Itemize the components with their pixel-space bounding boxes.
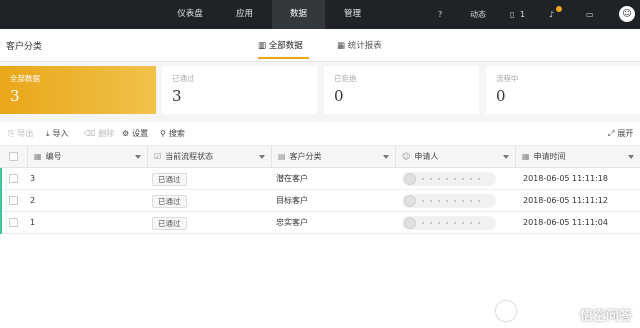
help-icon[interactable]: ?	[438, 0, 442, 29]
category-icon: ▤	[278, 152, 286, 161]
cell-category: 目标客户	[276, 196, 308, 205]
status-icon: ☑	[154, 152, 162, 161]
delete-button[interactable]: ⌫ 删除	[84, 128, 114, 139]
user-icon: ☺	[402, 152, 411, 161]
watermark: 悟空问答	[579, 309, 632, 324]
stat-card-all[interactable]: 全部数据 3	[0, 66, 156, 114]
column-header-category[interactable]: ▤ 客户分类	[272, 146, 396, 168]
gear-icon: ⚙	[122, 129, 130, 138]
header-select-cell	[0, 146, 28, 168]
stat-label: 已拒绝	[334, 74, 357, 83]
stat-value: 3	[172, 87, 182, 105]
row-checkbox[interactable]	[9, 218, 18, 227]
export-button[interactable]: ⎘ 导出	[8, 128, 33, 139]
watermark-logo-icon	[496, 301, 516, 321]
stat-value: 3	[10, 87, 20, 105]
import-button[interactable]: ⤓ 导入	[46, 128, 69, 139]
cell-time: 2018-06-05 11:11:12	[523, 196, 608, 205]
stat-label: 流程中	[496, 74, 519, 83]
cell-category: 潜在客户	[276, 174, 308, 183]
avatar[interactable]: ☺	[619, 6, 635, 22]
column-header-status[interactable]: ☑ 当前流程状态	[148, 146, 272, 168]
table-row[interactable]: 3 已通过 潜在客户 2018-06-05 11:11:18	[0, 168, 640, 190]
column-header-id[interactable]: ▦ 编号	[28, 146, 148, 168]
table-row[interactable]: 1 已通过 忠实客户 2018-06-05 11:11:04	[0, 212, 640, 234]
search-button[interactable]: ⚲ 搜索	[160, 128, 185, 139]
avatar	[404, 195, 416, 207]
page-title: 客户分类	[6, 42, 43, 52]
applicant-chip[interactable]	[402, 172, 496, 186]
column-header-applicant[interactable]: ☺ 申请人	[396, 146, 516, 168]
tasks-icon[interactable]: ▯	[510, 0, 514, 29]
nav-apps[interactable]: 应用	[222, 0, 267, 29]
cell-time: 2018-06-05 11:11:04	[523, 218, 608, 227]
data-table: ▦ 编号 ☑ 当前流程状态 ▤ 客户分类 ☺ 申请人 ▦ 申请时间 3 已通过 潜在客户 …	[0, 146, 640, 328]
import-icon: ⤓	[46, 129, 50, 138]
cell-time: 2018-06-05 11:11:18	[523, 174, 608, 183]
number-icon: ▦	[34, 152, 42, 161]
chevron-down-icon[interactable]	[503, 155, 509, 159]
redacted-name	[422, 222, 486, 224]
cell-category: 忠实客户	[276, 218, 308, 227]
search-icon: ⚲	[160, 129, 166, 138]
tab-stats-report-label: 统计报表	[347, 41, 382, 51]
cell-id: 2	[30, 196, 36, 205]
chevron-down-icon[interactable]	[628, 155, 634, 159]
bell-icon[interactable]: ♪	[549, 0, 554, 29]
settings-button[interactable]: ⚙ 设置	[122, 128, 148, 139]
table-row[interactable]: 2 已通过 目标客户 2018-06-05 11:11:12	[0, 190, 640, 212]
chevron-down-icon[interactable]	[259, 155, 265, 159]
calendar-icon: ▦	[522, 152, 530, 161]
applicant-chip[interactable]	[402, 216, 496, 230]
bar-chart-icon: ▥	[258, 41, 267, 51]
stat-label: 全部数据	[10, 74, 40, 83]
nav-manage[interactable]: 管理	[330, 0, 375, 29]
mobile-icon[interactable]: ▭	[586, 0, 594, 29]
avatar	[404, 217, 416, 229]
chevron-down-icon[interactable]	[135, 155, 141, 159]
notification-dot	[556, 6, 562, 12]
redacted-name	[422, 200, 486, 202]
status-badge: 已通过	[152, 217, 187, 230]
stat-card-in-progress[interactable]: 流程中 0	[486, 66, 640, 114]
status-badge: 已通过	[152, 173, 187, 186]
redacted-name	[422, 178, 486, 180]
row-marker	[0, 190, 2, 212]
stat-card-approved[interactable]: 已通过 3	[162, 66, 317, 114]
select-all-checkbox[interactable]	[9, 152, 18, 161]
stat-card-rejected[interactable]: 已拒绝 0	[324, 66, 479, 114]
tasks-count: 1	[520, 10, 526, 19]
stat-value: 0	[496, 87, 506, 105]
avatar	[404, 173, 416, 185]
status-badge: 已通过	[152, 195, 187, 208]
row-marker	[0, 168, 2, 190]
row-checkbox[interactable]	[9, 196, 18, 205]
chevron-down-icon[interactable]	[383, 155, 389, 159]
page-header: 客户分类 ▥ 全部数据 ▦ 统计报表	[0, 29, 640, 62]
tab-stats-report[interactable]: ▦ 统计报表	[337, 39, 382, 51]
row-checkbox[interactable]	[9, 174, 18, 183]
active-tab-indicator	[258, 57, 309, 59]
tab-all-data-label: 全部数据	[268, 41, 303, 51]
stat-value: 0	[334, 87, 344, 105]
cell-id: 1	[30, 218, 36, 227]
nav-data[interactable]: 数据	[272, 0, 325, 29]
row-marker	[0, 212, 2, 234]
activity-link[interactable]: 动态	[470, 0, 486, 29]
cell-id: 3	[30, 174, 36, 183]
export-icon: ⎘	[8, 129, 15, 138]
expand-icon: ⤢	[608, 129, 615, 138]
trash-icon: ⌫	[84, 129, 96, 138]
column-header-time[interactable]: ▦ 申请时间	[516, 146, 640, 168]
expand-button[interactable]: ⤢ 展开	[608, 128, 633, 139]
table-icon: ▦	[337, 41, 346, 51]
tab-all-data[interactable]: ▥ 全部数据	[258, 39, 303, 51]
top-navbar: 仪表盘 应用 数据 管理 ? 动态 ▯ 1 ♪ ▭ ☺	[0, 0, 640, 29]
nav-dashboard[interactable]: 仪表盘	[165, 0, 215, 29]
table-toolbar: ⎘ 导出 ⤓ 导入 ⌫ 删除 ⚙ 设置 ⚲ 搜索 ⤢ 展开	[0, 122, 640, 146]
applicant-chip[interactable]	[402, 194, 496, 208]
stat-label: 已通过	[172, 74, 195, 83]
